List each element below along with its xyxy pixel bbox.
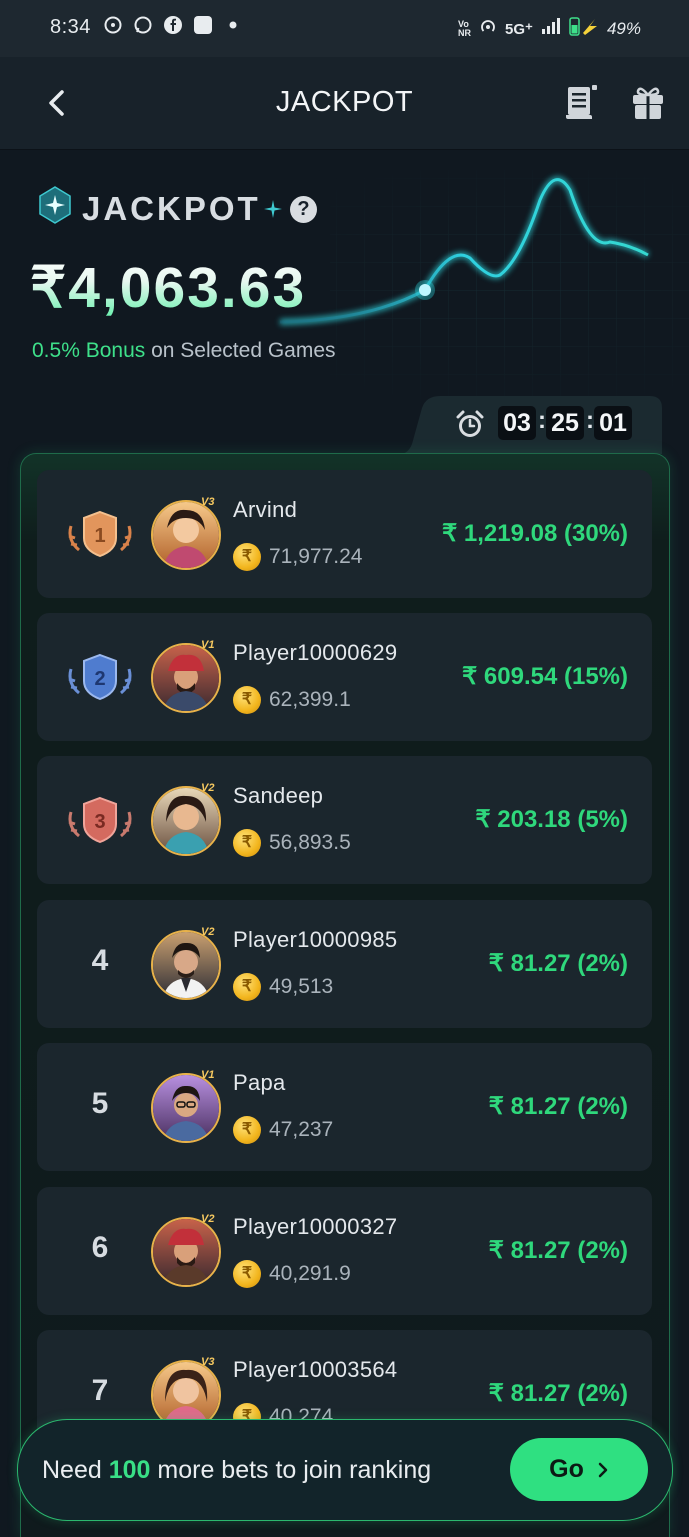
- avatar: [151, 786, 221, 856]
- timer-hours: 03: [498, 406, 536, 440]
- coin-icon: ₹: [233, 973, 261, 1001]
- coin-icon: ₹: [233, 829, 261, 857]
- rank-number: 7: [91, 1374, 109, 1407]
- sync-chat-icon: [102, 14, 124, 36]
- player-name: Player10003564: [233, 1357, 398, 1382]
- coin-icon: ₹: [233, 686, 261, 714]
- status-bar: 8:34 Vo NR 5G⁺ 49%: [0, 0, 689, 57]
- player-name: Sandeep: [233, 783, 324, 808]
- battery-percent: 49%: [606, 18, 641, 38]
- whatsapp-icon: [132, 14, 154, 36]
- svg-text:3: 3: [94, 811, 105, 833]
- player-name: Player10000327: [233, 1214, 398, 1239]
- vip-badge: V3: [201, 496, 215, 508]
- countdown-timer: 03 : 25 : 01: [400, 396, 662, 454]
- rank-number: 6: [91, 1231, 109, 1264]
- app-square-icon: [192, 14, 214, 36]
- hotspot-icon: [479, 17, 497, 40]
- help-icon[interactable]: ?: [290, 196, 317, 223]
- rank-number: 4: [91, 944, 109, 977]
- alarm-clock-icon: [456, 410, 484, 437]
- gift-icon: [633, 87, 663, 119]
- vip-badge: V1: [201, 1069, 215, 1081]
- volte-icon: Vo NR: [458, 18, 472, 38]
- ranking-row-5[interactable]: 5 V1 Papa ₹ 47,237 ₹ 81.27 (2%): [37, 1043, 652, 1171]
- cta-suffix: more bets to join ranking: [150, 1456, 432, 1484]
- ranking-row-4[interactable]: 4 V2 Player10000985 ₹ 49,513 ₹ 81.27 (2%…: [37, 900, 652, 1028]
- receipt-icon: [566, 85, 597, 119]
- timer-seconds: 01: [594, 406, 632, 440]
- player-name: Papa: [233, 1070, 286, 1095]
- timer-separator: :: [538, 407, 546, 434]
- coin-icon: ₹: [233, 1116, 261, 1144]
- player-name: Arvind: [233, 497, 298, 522]
- signal-icon: [541, 17, 561, 40]
- records-button[interactable]: [562, 81, 602, 125]
- bonus-text: on Selected Games: [145, 339, 336, 362]
- go-button[interactable]: Go: [510, 1438, 648, 1501]
- prize-amount: ₹ 81.27 (2%): [488, 1093, 628, 1120]
- system-status: Vo NR 5G⁺ 49%: [458, 16, 641, 41]
- cta-prefix: Need: [42, 1456, 109, 1484]
- sparkle-icon: [264, 200, 282, 218]
- silver-medal-icon: 2: [68, 653, 132, 701]
- player-score: 49,513: [269, 975, 334, 998]
- player-score: 40,291.9: [269, 1262, 351, 1285]
- ranking-row-3[interactable]: 3 V2 Sandeep ₹ 56,893.5 ₹ 203.18 (5%): [37, 756, 652, 884]
- prize-amount: ₹ 81.27 (2%): [488, 1380, 628, 1407]
- timer-separator: :: [586, 407, 594, 434]
- vip-badge: V2: [201, 782, 215, 794]
- bonus-info: 0.5% Bonus on Selected Games: [32, 339, 336, 363]
- avatar: [151, 500, 221, 570]
- player-score: 62,399.1: [269, 688, 351, 711]
- rank-number: 5: [91, 1087, 109, 1120]
- notification-icons: [102, 14, 244, 36]
- battery-icon: [569, 16, 599, 41]
- gold-medal-icon: 1: [68, 510, 132, 558]
- prize-amount: ₹ 203.18 (5%): [475, 806, 628, 833]
- player-name: Player10000629: [233, 640, 398, 665]
- jackpot-label: JACKPOT: [82, 190, 261, 227]
- prize-amount: ₹ 81.27 (2%): [488, 1237, 628, 1264]
- svg-text:2: 2: [94, 668, 105, 690]
- prize-amount: ₹ 1,219.08 (30%): [441, 520, 628, 547]
- bonus-highlight: 0.5% Bonus: [32, 339, 146, 362]
- chevron-right-icon: [598, 1463, 608, 1478]
- avatar: [151, 1073, 221, 1143]
- vip-badge: V3: [201, 1356, 215, 1368]
- ranking-row-6[interactable]: 6 V2 Player10000327 ₹ 40,291.9 ₹ 81.27 (…: [37, 1187, 652, 1315]
- jackpot-gem-icon: [39, 186, 71, 224]
- rewards-button[interactable]: [628, 81, 668, 125]
- facebook-icon: [162, 14, 184, 36]
- player-score: 47,237: [269, 1118, 334, 1141]
- player-score: 56,893.5: [269, 831, 351, 854]
- player-score: 71,977.24: [269, 545, 363, 568]
- player-name: Player10000985: [233, 927, 398, 952]
- ranking-row-2[interactable]: 2 V1 Player10000629 ₹ 62,399.1 ₹ 609.54 …: [37, 613, 652, 741]
- go-label: Go: [549, 1455, 584, 1483]
- join-ranking-banner: Need 100 more bets to join ranking Go: [17, 1419, 673, 1521]
- vip-badge: V2: [201, 1213, 215, 1225]
- bronze-medal-icon: 3: [68, 796, 132, 844]
- avatar: [151, 1217, 221, 1287]
- dot-icon: [222, 14, 244, 36]
- vip-badge: V2: [201, 926, 215, 938]
- svg-text:1: 1: [94, 525, 105, 547]
- avatar: [151, 643, 221, 713]
- network-type: 5G⁺: [505, 20, 533, 38]
- vip-badge: V1: [201, 639, 215, 651]
- status-time: 8:34: [50, 16, 91, 38]
- timer-minutes: 25: [546, 406, 584, 440]
- coin-icon: ₹: [233, 543, 261, 571]
- app-bar: JACKPOT: [0, 57, 689, 150]
- coin-icon: ₹: [233, 1260, 261, 1288]
- bets-needed-count: 100: [108, 1456, 151, 1484]
- join-ranking-text: Need 100 more bets to join ranking: [42, 1456, 431, 1485]
- prize-amount: ₹ 609.54 (15%): [461, 663, 628, 690]
- jackpot-amount: ₹4,063.63: [30, 256, 307, 320]
- prize-amount: ₹ 81.27 (2%): [488, 950, 628, 977]
- ranking-row-1[interactable]: 1 V3 Arvind ₹ 71,977.24 ₹ 1,219.08 (30%): [37, 470, 652, 598]
- avatar: [151, 930, 221, 1000]
